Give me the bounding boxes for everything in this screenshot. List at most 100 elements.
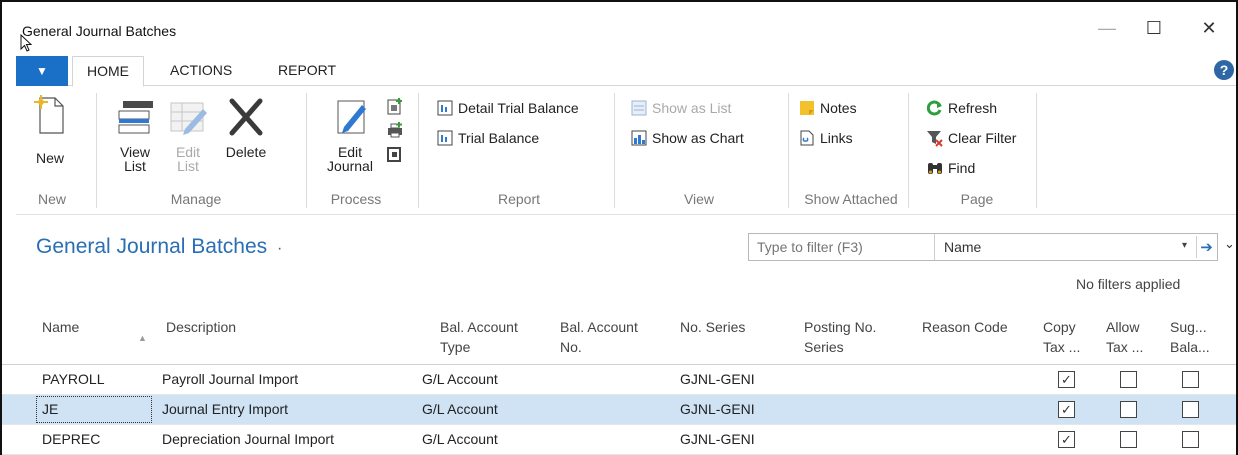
cell-description: Journal Entry Import [162,401,289,417]
show-as-list-button[interactable]: Show as List [630,99,731,117]
column-header-description[interactable]: Description [166,317,236,337]
suggest-balance-checkbox[interactable] [1182,371,1199,388]
detail-trial-balance-button[interactable]: Detail Trial Balance [436,99,579,117]
new-document-icon [34,95,64,134]
copy-tax-checkbox[interactable]: ✓ [1058,431,1075,448]
dropdown-icon: ▼ [36,64,48,78]
clear-filter-button[interactable]: Clear Filter [926,129,1016,147]
ribbon-group-process: Edit Journal Process [312,87,412,215]
trial-balance-button[interactable]: Trial Balance [436,129,539,147]
new-button-label: New [35,150,64,166]
minimize-icon: — [1098,17,1116,38]
maximize-icon: ☐ [1145,17,1163,38]
help-icon[interactable]: ? [1214,60,1234,80]
group-label-new: New [37,191,66,207]
table-row[interactable]: JE Journal Entry Import G/L Account GJNL… [2,395,1236,425]
window-title: General Journal Batches [22,23,177,39]
filter-box: Name ▾ ➔ [748,233,1218,261]
cell-bal-account-type: G/L Account [422,431,498,447]
allow-tax-checkbox[interactable] [1120,401,1137,418]
preview-report-icon[interactable] [386,97,404,115]
column-header-copy-tax[interactable]: Copy Tax ... [1043,317,1080,357]
show-as-chart-button[interactable]: Show as Chart [630,129,744,147]
ribbon-group-page: Refresh Clear Filter Find Page [912,87,1042,215]
column-header-no-series[interactable]: No. Series [680,317,745,337]
chevron-down-icon[interactable]: ▾ [1182,240,1187,251]
cell-name[interactable]: JE [42,401,58,417]
column-header-bal-account-no[interactable]: Bal. Account No. [560,317,638,357]
column-header-allow-tax[interactable]: Allow Tax ... [1106,317,1143,357]
find-button[interactable]: Find [926,159,975,177]
clear-filter-label: Clear Filter [948,130,1017,146]
expand-filter-chevron-icon[interactable]: ⌄ [1224,236,1235,252]
new-button[interactable]: New [20,95,80,165]
ribbon-group-new: New New [16,87,88,215]
cell-name: PAYROLL [42,371,105,387]
tab-report[interactable]: REPORT [278,62,336,78]
edit-list-button[interactable]: Edit List [164,95,212,173]
detail-trial-balance-label: Detail Trial Balance [458,100,579,116]
tab-home[interactable]: HOME [72,56,144,87]
column-header-bal-account-type[interactable]: Bal. Account Type [440,317,518,357]
close-icon: ✕ [1201,17,1217,38]
refresh-icon [926,100,942,116]
trial-balance-label: Trial Balance [458,130,540,146]
copy-tax-checkbox[interactable]: ✓ [1058,371,1075,388]
print-icon[interactable] [386,121,404,139]
edit-journal-button[interactable]: Edit Journal [322,95,378,173]
sort-ascending-icon: ▲ [138,333,147,343]
ribbon-group-show-attached: Notes Links Show Attached [792,87,910,215]
suggest-balance-checkbox[interactable] [1182,431,1199,448]
column-header-name[interactable]: Name [42,317,79,337]
refresh-button[interactable]: Refresh [926,99,997,117]
show-as-chart-icon [631,130,647,146]
delete-button[interactable]: Delete [216,95,276,159]
suggest-balance-checkbox[interactable] [1182,401,1199,418]
view-list-label: View List [119,144,151,174]
post-icon[interactable] [386,145,404,163]
close-button[interactable]: ✕ [1194,16,1224,40]
page-title[interactable]: General Journal Batches · [36,235,282,259]
cell-bal-account-type: G/L Account [422,401,498,417]
delete-label: Delete [225,144,267,160]
column-header-posting-no-series[interactable]: Posting No. Series [804,317,876,357]
clear-filter-icon [927,131,943,147]
page-title-menu-icon[interactable]: · [277,240,282,257]
view-list-button[interactable]: View List [110,95,160,173]
table-row[interactable]: DEPREC Depreciation Journal Import G/L A… [2,425,1236,455]
links-icon [800,130,814,146]
ribbon-group-report: Detail Trial Balance Trial Balance Repor… [424,87,614,215]
title-bar[interactable]: General Journal Batches — ☐ ✕ [2,2,1236,52]
allow-tax-checkbox[interactable] [1120,371,1137,388]
minimize-button[interactable]: — [1092,16,1122,40]
tab-actions[interactable]: ACTIONS [170,62,232,78]
allow-tax-checkbox[interactable] [1120,431,1137,448]
table-header: Name ▲ Description Bal. Account Type Bal… [2,307,1236,365]
no-filters-text: No filters applied [1076,276,1181,292]
cell-description: Payroll Journal Import [162,371,299,387]
maximize-button[interactable]: ☐ [1139,16,1169,40]
edit-journal-label: Edit Journal [327,144,373,174]
ribbon: New New View List Edit List Delete Manag… [16,87,1236,215]
apply-filter-arrow-icon[interactable]: ➔ [1196,236,1216,258]
file-menu-button[interactable]: ▼ [16,56,68,86]
ribbon-tab-bar: ▼ HOME ACTIONS REPORT ? [16,56,1236,87]
group-label-view: View [683,191,715,207]
filter-field-select[interactable]: Name [944,239,981,255]
column-header-reason-code[interactable]: Reason Code [922,317,1008,337]
ribbon-separator [908,93,909,208]
filter-input[interactable] [749,234,935,260]
table-row[interactable]: PAYROLL Payroll Journal Import G/L Accou… [2,365,1236,395]
cell-description: Depreciation Journal Import [162,431,334,447]
copy-tax-checkbox[interactable]: ✓ [1058,401,1075,418]
notes-button[interactable]: Notes [798,99,857,117]
column-header-suggest-balance[interactable]: Sug... Bala... [1170,317,1210,357]
show-as-list-label: Show as List [652,100,732,116]
links-label: Links [820,130,853,146]
group-label-process: Process [330,191,382,207]
cell-no-series: GJNL-GENI [680,371,755,387]
ribbon-separator [788,93,789,208]
ribbon-group-manage: View List Edit List Delete Manage [102,87,300,215]
links-button[interactable]: Links [798,129,853,147]
cell-no-series: GJNL-GENI [680,401,755,417]
